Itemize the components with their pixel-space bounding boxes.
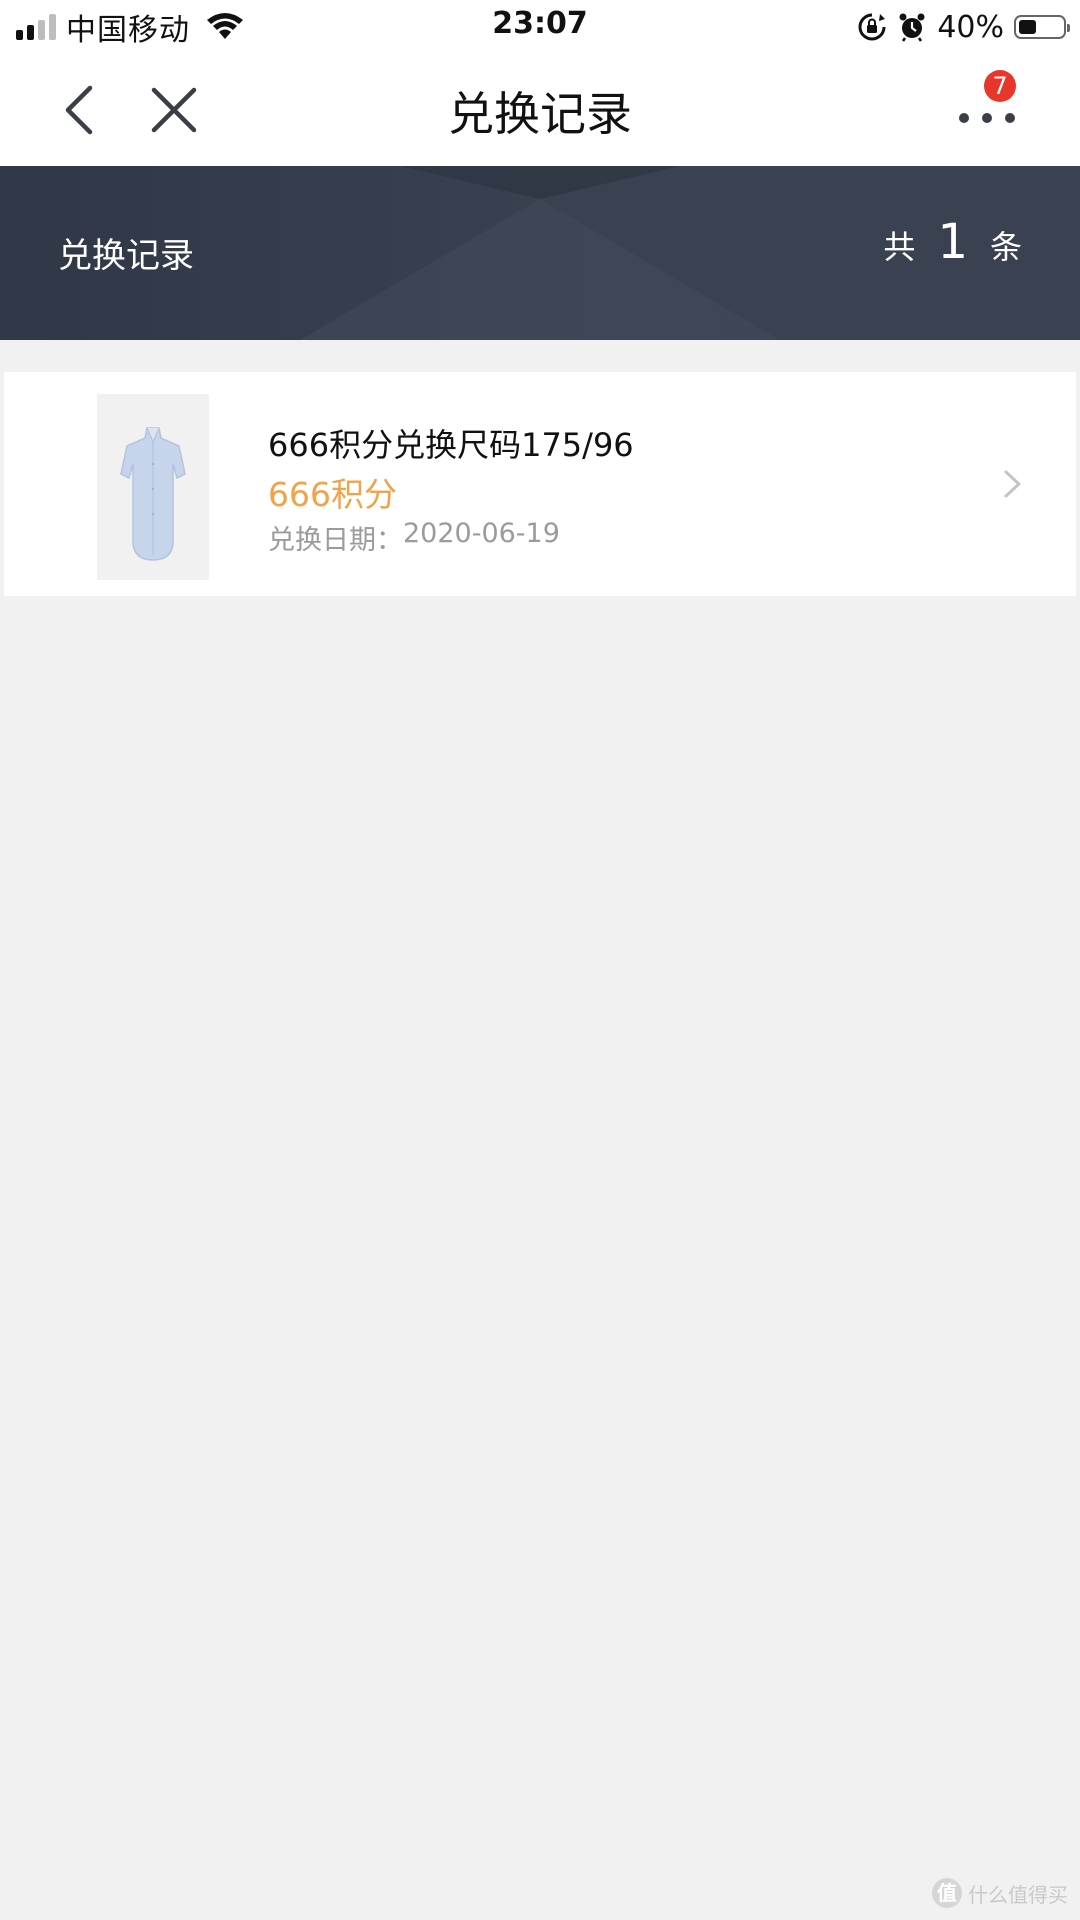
notification-badge: 7	[984, 70, 1016, 102]
alarm-icon	[899, 13, 925, 42]
record-date-value: 2020-06-19	[403, 518, 560, 549]
records-banner: 兑换记录 共 1 条	[0, 166, 1080, 340]
battery-percent: 40%	[937, 9, 1004, 45]
banner-title: 兑换记录	[58, 236, 194, 276]
count-value: 1	[937, 214, 968, 270]
rotation-lock-icon	[858, 13, 886, 41]
status-bar: 中国移动 23:07 40%	[0, 0, 1080, 54]
chevron-right-icon	[1004, 470, 1021, 498]
shirt-image	[97, 394, 209, 580]
record-date-label: 兑换日期：	[268, 525, 403, 556]
shirt-icon	[120, 427, 186, 561]
watermark-logo: 值	[932, 1878, 962, 1908]
battery-icon	[1014, 15, 1070, 39]
list-item[interactable]: 666积分兑换尺码175/96 666积分 兑换日期： 2020-06-19	[4, 372, 1076, 596]
count-suffix: 条	[989, 228, 1022, 266]
watermark: 值 什么值得买	[932, 1878, 1068, 1908]
count-prefix: 共	[883, 228, 916, 266]
record-count: 共 1 条	[883, 214, 1022, 270]
nav-bar: 兑换记录 7	[0, 54, 1080, 166]
record-title: 666积分兑换尺码175/96	[268, 426, 634, 464]
watermark-text: 什么值得买	[968, 1882, 1068, 1907]
page-title: 兑换记录	[448, 87, 632, 141]
record-points: 666积分	[268, 475, 397, 514]
battery-level	[1019, 20, 1036, 34]
status-right: 40%	[857, 8, 1070, 46]
record-date: 兑换日期： 2020-06-19	[268, 518, 560, 557]
